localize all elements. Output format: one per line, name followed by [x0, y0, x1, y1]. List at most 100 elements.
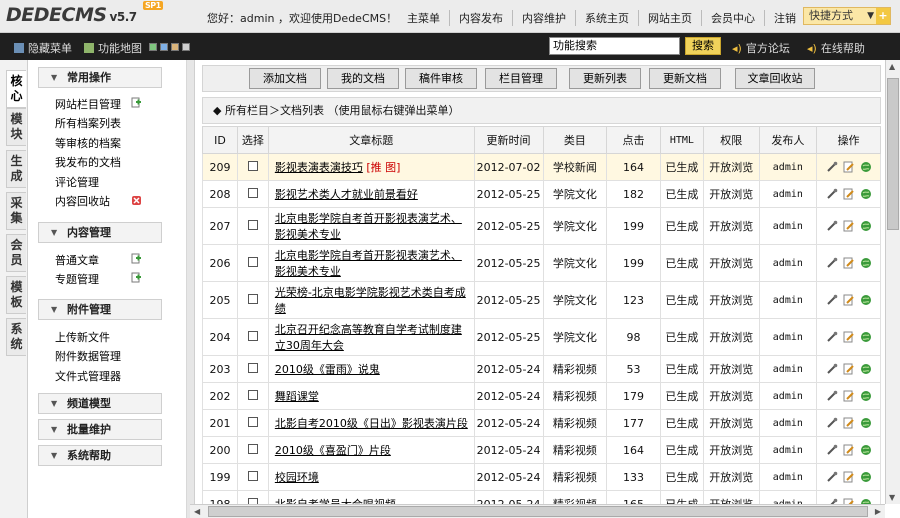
cell-select[interactable] [236, 153, 269, 181]
add-doc-button[interactable]: 添加文档 [249, 68, 321, 89]
table-row[interactable]: 201 北影自考2010级《日出》影视表演片段 2012-05-24 精彩视频 177… [202, 409, 881, 437]
vertical-scrollbar[interactable]: ▲ ▼ [885, 60, 900, 504]
function-search-input[interactable]: 功能搜索 [549, 37, 680, 55]
cell-category[interactable]: 精彩视频 [542, 355, 608, 383]
vtab-core[interactable]: 核心 [6, 70, 26, 108]
cell-category[interactable]: 学院文化 [542, 281, 608, 319]
article-recycle-button[interactable]: 文章回收站 [735, 68, 815, 89]
nav-member-center[interactable]: 会员中心 [701, 10, 764, 26]
update-doc-button[interactable]: 更新文档 [649, 68, 721, 89]
row-checkbox[interactable] [247, 330, 258, 341]
nav-content-publish[interactable]: 内容发布 [449, 10, 512, 26]
row-checkbox[interactable] [247, 187, 258, 198]
official-forum-link[interactable]: ◂) 官方论坛 [732, 40, 790, 56]
clear-recycle-icon[interactable] [131, 195, 142, 206]
cell-title[interactable]: 影视艺术类人才就业前景看好 [267, 180, 475, 208]
cell-category[interactable]: 学院文化 [542, 318, 608, 356]
sidebar-item-comments[interactable]: 评论管理 [55, 174, 99, 190]
row-checkbox[interactable] [247, 416, 258, 427]
cell-title[interactable]: 影视表演表演技巧 [推 图] [267, 153, 475, 181]
nav-site-home[interactable]: 网站主页 [638, 10, 701, 26]
preview-globe-icon[interactable] [860, 220, 872, 232]
group-channel-model[interactable]: ▼ 频道模型 [38, 393, 162, 414]
cell-select[interactable] [236, 180, 269, 208]
online-help-link[interactable]: ◂) 在线帮助 [807, 40, 865, 56]
cell-select[interactable] [236, 355, 269, 383]
sidebar-item-recycle-bin[interactable]: 内容回收站 [55, 193, 110, 209]
table-row[interactable]: 209 影视表演表演技巧 [推 图] 2012-07-02 学校新闻 164 已生成 开放浏… [202, 153, 881, 181]
preview-globe-icon[interactable] [860, 444, 872, 456]
article-title-link[interactable]: 北京召开纪念高等教育自学考试制度建立30周年大会 [275, 323, 462, 352]
vtab-generate[interactable]: 生成 [6, 150, 26, 188]
my-docs-button[interactable]: 我的文档 [327, 68, 399, 89]
sidebar-item-all-docs[interactable]: 所有档案列表 [55, 115, 121, 131]
table-row[interactable]: 199 校园环境 2012-05-24 精彩视频 133 已生成 开放浏览 admin [202, 463, 881, 491]
vertical-scroll-thumb[interactable] [887, 78, 899, 230]
edit-document-icon[interactable] [843, 294, 855, 306]
nav-system-home[interactable]: 系统主页 [575, 10, 638, 26]
add-shortcut-icon[interactable]: + [876, 8, 890, 24]
vtab-system[interactable]: 系统 [6, 318, 26, 356]
article-title-link[interactable]: 光荣榜-北京电影学院影视艺术类自考成绩 [275, 286, 466, 315]
category-manage-button[interactable]: 栏目管理 [485, 68, 557, 89]
edit-document-icon[interactable] [843, 220, 855, 232]
cell-title[interactable]: 北京电影学院自考首开影视表演艺术、影视美术专业 [267, 244, 475, 282]
cell-category[interactable]: 精彩视频 [542, 382, 608, 410]
article-title-link[interactable]: 影视艺术类人才就业前景看好 [275, 188, 418, 201]
cell-category[interactable]: 学院文化 [542, 244, 608, 282]
horizontal-scroll-thumb[interactable] [208, 506, 868, 517]
row-checkbox[interactable] [247, 293, 258, 304]
article-title-link[interactable]: 北京电影学院自考首开影视表演艺术、影视美术专业 [275, 249, 462, 278]
cell-select[interactable] [236, 281, 269, 319]
table-row[interactable]: 206 北京电影学院自考首开影视表演艺术、影视美术专业 2012-05-25 学院文… [202, 244, 881, 282]
edit-attribute-icon[interactable] [826, 161, 838, 173]
edit-attribute-icon[interactable] [826, 220, 838, 232]
cell-select[interactable] [236, 244, 269, 282]
row-checkbox[interactable] [247, 160, 258, 171]
preview-globe-icon[interactable] [860, 331, 872, 343]
cell-select[interactable] [236, 436, 269, 464]
table-row[interactable]: 203 2010级《雷雨》说鬼 2012-05-24 精彩视频 53 已生成 开放浏览 ad… [202, 355, 881, 383]
sidebar-item-file-manager[interactable]: 文件式管理器 [55, 368, 121, 384]
nav-content-maintain[interactable]: 内容维护 [512, 10, 575, 26]
table-row[interactable]: 207 北京电影学院自考首开影视表演艺术、影视美术专业 2012-05-25 学院文… [202, 207, 881, 245]
add-icon[interactable] [131, 272, 142, 283]
col-id[interactable]: ID [202, 126, 238, 154]
preview-globe-icon[interactable] [860, 471, 872, 483]
edit-attribute-icon[interactable] [826, 331, 838, 343]
add-icon[interactable] [131, 253, 142, 264]
edit-document-icon[interactable] [843, 390, 855, 402]
edit-document-icon[interactable] [843, 188, 855, 200]
sidebar-item-my-docs[interactable]: 我发布的文档 [55, 154, 121, 170]
article-title-link[interactable]: 北京电影学院自考首开影视表演艺术、影视美术专业 [275, 212, 462, 241]
sidebar-item-category-manage[interactable]: 网站栏目管理 [55, 96, 121, 112]
cell-category[interactable]: 精彩视频 [542, 436, 608, 464]
nav-logout[interactable]: 注销 [764, 10, 805, 26]
cell-select[interactable] [236, 409, 269, 437]
preview-globe-icon[interactable] [860, 161, 872, 173]
vtab-collect[interactable]: 采集 [6, 192, 26, 230]
table-row[interactable]: 200 2010级《喜盈门》片段 2012-05-24 精彩视频 164 已生成 开放浏览… [202, 436, 881, 464]
skin-gray-swatch[interactable] [182, 43, 190, 51]
edit-document-icon[interactable] [843, 471, 855, 483]
edit-document-icon[interactable] [843, 417, 855, 429]
edit-attribute-icon[interactable] [826, 363, 838, 375]
review-button[interactable]: 稿件审核 [405, 68, 477, 89]
sidebar-item-topics[interactable]: 专题管理 [55, 271, 99, 287]
cell-title[interactable]: 光荣榜-北京电影学院影视艺术类自考成绩 [267, 281, 475, 319]
cell-category[interactable]: 学校新闻 [542, 153, 608, 181]
edit-attribute-icon[interactable] [826, 471, 838, 483]
group-batch-maintain[interactable]: ▼ 批量维护 [38, 419, 162, 440]
edit-document-icon[interactable] [843, 363, 855, 375]
cell-title[interactable]: 2010级《雷雨》说鬼 [267, 355, 475, 383]
preview-globe-icon[interactable] [860, 294, 872, 306]
skin-blue-swatch[interactable] [160, 43, 168, 51]
vtab-member[interactable]: 会员 [6, 234, 26, 272]
row-checkbox[interactable] [247, 389, 258, 400]
row-checkbox[interactable] [247, 362, 258, 373]
row-checkbox[interactable] [247, 219, 258, 230]
preview-globe-icon[interactable] [860, 188, 872, 200]
cell-category[interactable]: 精彩视频 [542, 409, 608, 437]
table-row[interactable]: 208 影视艺术类人才就业前景看好 2012-05-25 学院文化 182 已生成 开放浏… [202, 180, 881, 208]
group-common-ops[interactable]: ▼ 常用操作 [38, 67, 162, 88]
